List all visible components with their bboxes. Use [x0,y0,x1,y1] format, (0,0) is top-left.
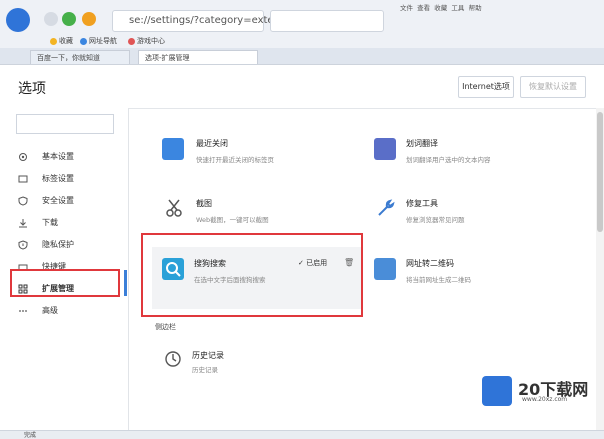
address-bar[interactable]: se://settings/?category=exte [112,10,274,32]
bookmark-favorites[interactable]: 收藏 [50,36,73,46]
sidebar-search-input[interactable] [16,114,114,134]
menu-file[interactable]: 文件 [400,4,413,12]
sidebar-item-label: 安全设置 [42,196,74,205]
qrcode-icon [374,258,396,280]
privacy-shield-icon [18,240,28,250]
extension-desc: 快速打开最近关闭的标签页 [196,156,274,164]
sidebar-item-basic[interactable]: 基本设置 [10,148,122,166]
options-header: 选项 Internet选项 恢复默认设置 [0,66,604,109]
extension-desc: Web截图，一键可以截图 [196,216,269,224]
tab-strip: 百度一下，你就知道 选项-扩展管理 [0,48,604,65]
extension-title: 划词翻译 [406,139,438,148]
browser-logo-icon[interactable] [6,8,30,32]
active-indicator [124,270,127,296]
menu-help[interactable]: 帮助 [469,4,482,12]
internet-options-button[interactable]: Internet选项 [458,76,514,98]
menu-tools[interactable]: 工具 [451,4,464,12]
translate-icon [374,138,396,160]
extension-selection-highlight [141,233,363,317]
watermark-logo: 20下载网 www.20xz.com [482,374,594,408]
tab-options[interactable]: 选项-扩展管理 [138,50,258,64]
scissors-icon [166,199,182,217]
back-icon[interactable] [44,12,58,26]
shield-icon [18,196,28,206]
star-icon [50,37,57,45]
address-text[interactable]: se://settings/?category=exte [129,15,274,26]
extension-title: 最近关闭 [196,139,228,148]
extension-desc: 修复浏览器常见问题 [406,216,465,224]
sidebar-item-label: 基本设置 [42,152,74,161]
extension-title: 历史记录 [192,351,224,360]
sidebar-item-tabs[interactable]: 标签设置 [10,170,122,188]
menu-view[interactable]: 查看 [417,4,430,12]
browser-toolbar: se://settings/?category=exte 文件 查看 收藏 工具… [0,0,604,49]
game-icon [128,37,135,45]
extension-title: 修复工具 [406,199,438,208]
page-title: 选项 [18,81,46,97]
sidebar-item-label: 标签设置 [42,174,74,183]
tab-baidu[interactable]: 百度一下，你就知道 [30,50,130,64]
sidebar-item-security[interactable]: 安全设置 [10,192,122,210]
extension-desc: 划词翻译用户选中的文本内容 [406,156,491,164]
sidebar-extension-card[interactable]: 历史记录 历史记录 [162,348,362,384]
bookmark-nav[interactable]: 网址导航 [80,36,117,46]
extension-card[interactable]: 最近关闭 快速打开最近关闭的标签页 [162,136,362,182]
extension-desc: 历史记录 [192,366,218,374]
download-icon [19,219,27,228]
scrollbar-thumb[interactable] [597,112,603,232]
refresh-icon[interactable] [62,12,76,26]
note-icon [162,138,184,160]
section-label: 侧边栏 [155,323,176,331]
sidebar-item-label: 高级 [42,306,58,315]
extension-desc: 将当前网址生成二维码 [406,276,471,284]
globe-icon [80,37,87,45]
extension-card[interactable]: 修复工具 修复浏览器常见问题 [374,196,574,236]
more-icon [19,310,27,312]
scrollbar[interactable] [596,108,604,430]
extension-card[interactable]: 截图 Web截图，一键可以截图 [162,196,362,236]
menu-favorites[interactable]: 收藏 [434,4,447,12]
sidebar-selection-highlight [10,269,120,297]
menu-labels: 文件 查看 收藏 工具 帮助 [400,2,482,12]
tab-icon [18,175,28,183]
search-box[interactable] [270,10,384,32]
sidebar-item-label: 下载 [42,218,58,227]
sidebar-item-label: 隐私保护 [42,240,74,249]
watermark-url: www.20xz.com [522,396,568,403]
undo-icon[interactable] [82,12,96,26]
extension-title: 网址转二维码 [406,259,454,268]
gear-icon [19,153,27,161]
wrench-icon [378,199,395,216]
extension-card[interactable]: 网址转二维码 将当前网址生成二维码 [374,256,574,300]
extension-card[interactable]: 划词翻译 划词翻译用户选中的文本内容 [374,136,574,182]
extension-title: 截图 [196,199,212,208]
sidebar-item-download[interactable]: 下载 [10,214,122,232]
sidebar-item-advanced[interactable]: 高级 [10,302,122,320]
sidebar-item-privacy[interactable]: 隐私保护 [10,236,122,254]
restore-defaults-button[interactable]: 恢复默认设置 [520,76,586,98]
bookmark-games[interactable]: 游戏中心 [128,36,165,46]
clock-icon [165,351,181,367]
brand-cube-icon [482,376,512,406]
